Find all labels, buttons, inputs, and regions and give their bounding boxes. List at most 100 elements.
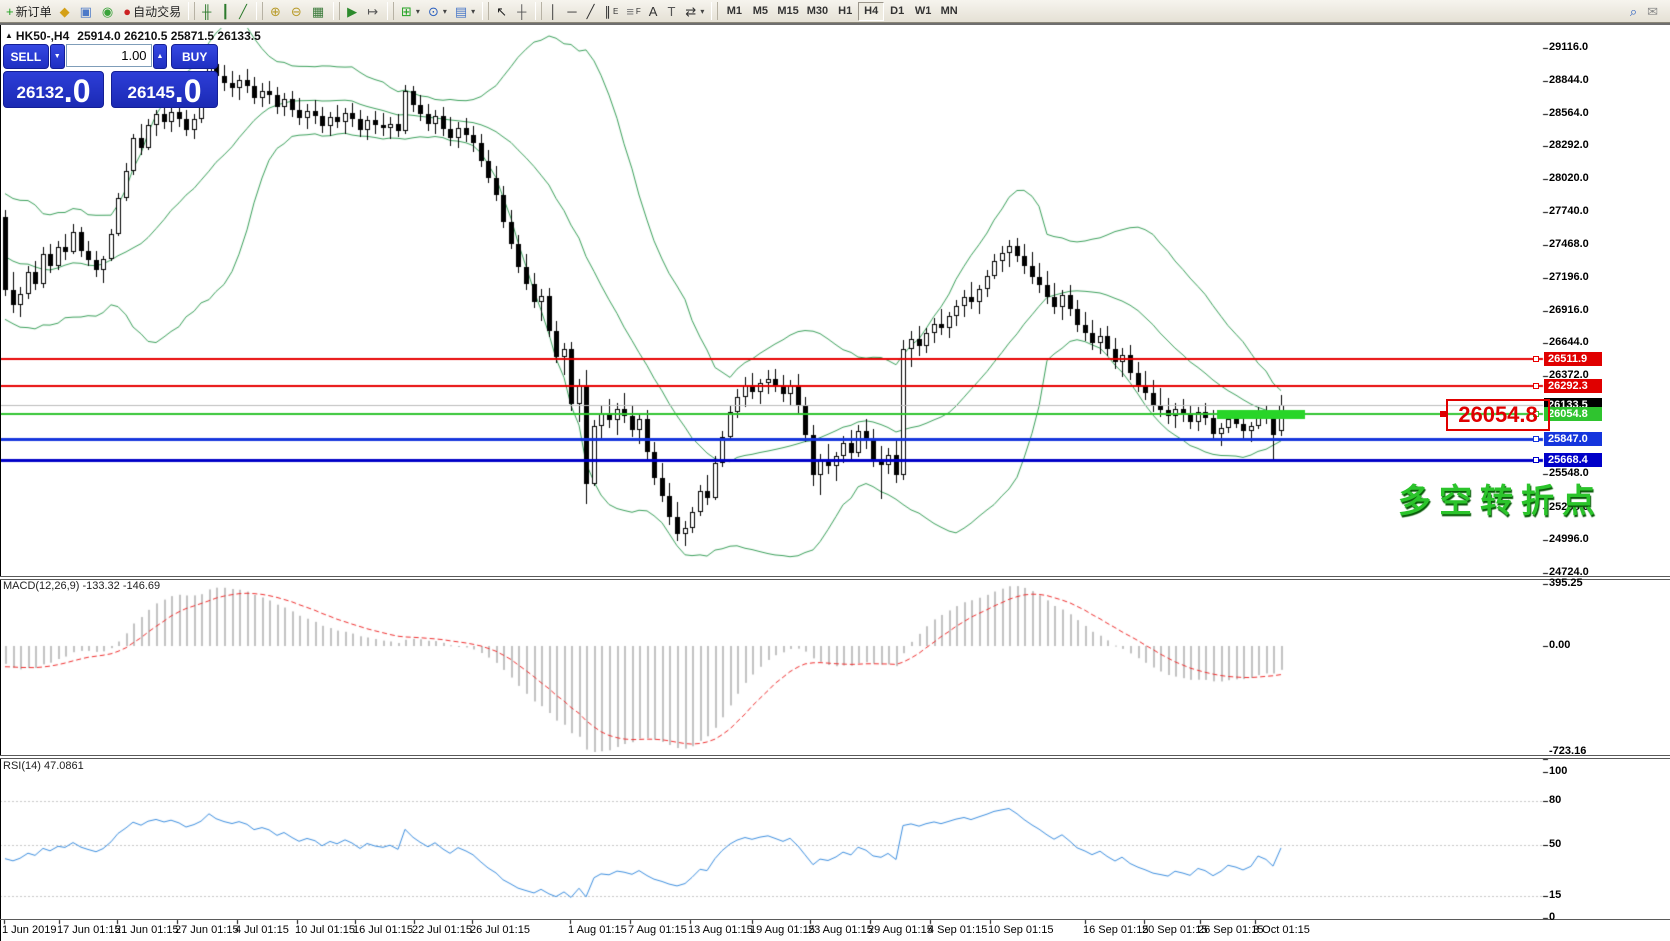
toolbar-group-1: ╫┃╱ — [198, 1, 253, 21]
sell-price-pips: .0 — [64, 76, 91, 106]
rsi-axis-tick: 50 — [1549, 838, 1561, 850]
price-axis-border — [0, 24, 1, 941]
zoom-out-icon[interactable]: ⊖ — [287, 1, 308, 21]
ohlc-values: 25914.0 26210.5 25871.5 26133.5 — [77, 29, 261, 43]
hline-handle[interactable] — [1533, 356, 1539, 362]
price-badge: 25668.4 — [1544, 453, 1602, 467]
fibonacci-icon-sub: F — [636, 7, 641, 16]
tile-windows-icon: ▦ — [312, 5, 324, 18]
zoom-in-icon[interactable]: ⊕ — [266, 1, 287, 21]
signals-icon[interactable]: ◉ — [98, 1, 119, 21]
text-icon: A — [649, 5, 658, 18]
market-watch-icon: ◆ — [60, 5, 70, 18]
timeframe-h1[interactable]: H1 — [832, 2, 858, 21]
periods-icon[interactable]: ⊙▾ — [424, 1, 451, 21]
equidistant-channel-icon[interactable]: ∥E — [600, 1, 622, 21]
price-axis-tick: 28020.0 — [1549, 172, 1589, 184]
hline-handle[interactable] — [1533, 457, 1539, 463]
periods-icon-dropdown[interactable]: ▾ — [443, 7, 447, 16]
equidistant-channel-icon: ∥ — [604, 5, 611, 18]
indicators-icon[interactable]: ⊞▾ — [397, 1, 424, 21]
rsi-axis-tick: 0 — [1549, 911, 1555, 923]
tile-windows-icon[interactable]: ▦ — [308, 1, 330, 21]
rsi-axis-tick: 80 — [1549, 794, 1561, 806]
time-axis-label: 23 Aug 01:15 — [808, 924, 873, 936]
autotrading-button-label: 自动交易 — [133, 3, 181, 20]
sell-price-display[interactable]: 26132.0 — [3, 71, 104, 108]
time-axis-label: 7 Aug 01:15 — [628, 924, 687, 936]
time-axis-label: 10 Jul 01:15 — [295, 924, 355, 936]
timeframe-w1[interactable]: W1 — [910, 2, 936, 21]
buy-button[interactable]: BUY — [171, 44, 218, 69]
timeframe-h4[interactable]: H4 — [858, 2, 884, 21]
timeframe-m1[interactable]: M1 — [721, 2, 747, 21]
hline-handle[interactable] — [1533, 383, 1539, 389]
timeframe-d1[interactable]: D1 — [884, 2, 910, 21]
time-axis-separator — [0, 919, 1670, 920]
hline-handle[interactable] — [1533, 436, 1539, 442]
templates-icon[interactable]: ▤▾ — [451, 1, 479, 21]
toolbar-right-icons: ⌕✉ — [1626, 0, 1664, 23]
price-note-box[interactable]: 26054.8 — [1446, 399, 1550, 431]
vertical-line-icon[interactable]: │ — [545, 1, 563, 21]
timeframe-m30[interactable]: M30 — [803, 2, 832, 21]
price-axis-tick: 27740.0 — [1549, 205, 1589, 217]
zoom-in-icon: ⊕ — [270, 5, 281, 18]
chart-surface[interactable] — [0, 0, 1670, 941]
search-icon[interactable]: ⌕ — [1626, 2, 1643, 22]
macd-pane-separator[interactable] — [0, 576, 1670, 580]
horizontal-line-icon[interactable]: ─ — [563, 1, 582, 21]
mt4-window: +新订单◆▣◉●自动交易╫┃╱⊕⊖▦▶↦⊞▾⊙▾▤▾↖┼│─╱∥E≡FAT⇄▾M… — [0, 0, 1670, 941]
price-axis-tick: 28292.0 — [1549, 139, 1589, 151]
autotrading-button[interactable]: ●自动交易 — [119, 1, 185, 21]
time-axis-label: 16 Sep 01:15 — [1083, 924, 1148, 936]
templates-icon-dropdown[interactable]: ▾ — [471, 7, 475, 16]
indicators-icon: ⊞ — [401, 5, 412, 18]
volume-up-button[interactable]: ▲ — [153, 44, 168, 69]
turning-point-note[interactable]: 多空转折点 — [1398, 474, 1603, 522]
text-label-icon: T — [667, 5, 675, 18]
text-label-icon[interactable]: T — [663, 1, 681, 21]
rsi-pane-separator[interactable] — [0, 755, 1670, 759]
market-watch-icon[interactable]: ◆ — [56, 1, 76, 21]
arrows-icon[interactable]: ⇄▾ — [681, 1, 708, 21]
buy-price-display[interactable]: 26145.0 — [111, 71, 218, 108]
signals-icon: ◉ — [102, 5, 113, 18]
trendline-icon[interactable]: ╱ — [583, 1, 601, 21]
data-window-icon[interactable]: ▣ — [76, 1, 98, 21]
price-note-handle[interactable] — [1440, 411, 1446, 417]
fibonacci-icon[interactable]: ≡F — [622, 1, 644, 21]
crosshair-icon[interactable]: ┼ — [513, 1, 532, 21]
volume-down-button[interactable]: ▼ — [50, 44, 65, 69]
bar-chart-icon[interactable]: ╫ — [198, 1, 217, 21]
time-axis-label: 16 Jul 01:15 — [353, 924, 413, 936]
price-axis-tick: 26644.0 — [1549, 336, 1589, 348]
line-chart-icon[interactable]: ╱ — [235, 1, 253, 21]
volume-input[interactable] — [66, 44, 152, 67]
time-axis-label: 21 Jun 01:15 — [115, 924, 179, 936]
indicators-icon-dropdown[interactable]: ▾ — [416, 7, 420, 16]
new-order-button[interactable]: +新订单 — [2, 1, 56, 21]
toolbar-group-5: ↖┼ — [492, 1, 532, 21]
cursor-icon[interactable]: ↖ — [492, 1, 513, 21]
auto-scroll-icon[interactable]: ▶ — [343, 1, 363, 21]
timeframe-mn[interactable]: MN — [936, 2, 962, 21]
chart-shift-icon[interactable]: ↦ — [363, 1, 384, 21]
text-icon[interactable]: A — [645, 1, 664, 21]
rsi-label: RSI(14) 47.0861 — [3, 760, 84, 772]
time-axis-label: 13 Aug 01:15 — [688, 924, 753, 936]
arrows-icon-dropdown[interactable]: ▾ — [700, 7, 704, 16]
price-axis-tick: 28844.0 — [1549, 74, 1589, 86]
new-order-button-label: 新订单 — [16, 3, 52, 20]
sell-button[interactable]: SELL — [3, 44, 49, 69]
buy-price-main: 26145 — [128, 80, 175, 106]
timeframe-m15[interactable]: M15 — [773, 2, 802, 21]
collapse-arrow-icon[interactable]: ▲ — [5, 31, 13, 40]
time-axis-label: 17 Jun 01:15 — [57, 924, 121, 936]
timeframe-m5[interactable]: M5 — [747, 2, 773, 21]
fibonacci-icon: ≡ — [626, 5, 634, 18]
candlestick-chart-icon[interactable]: ┃ — [217, 1, 235, 21]
timeframe-group: M1M5M15M30H1H4D1W1MN — [721, 2, 962, 21]
symbol-period-label: HK50-,H4 — [16, 29, 69, 43]
chat-icon[interactable]: ✉ — [1643, 2, 1664, 22]
